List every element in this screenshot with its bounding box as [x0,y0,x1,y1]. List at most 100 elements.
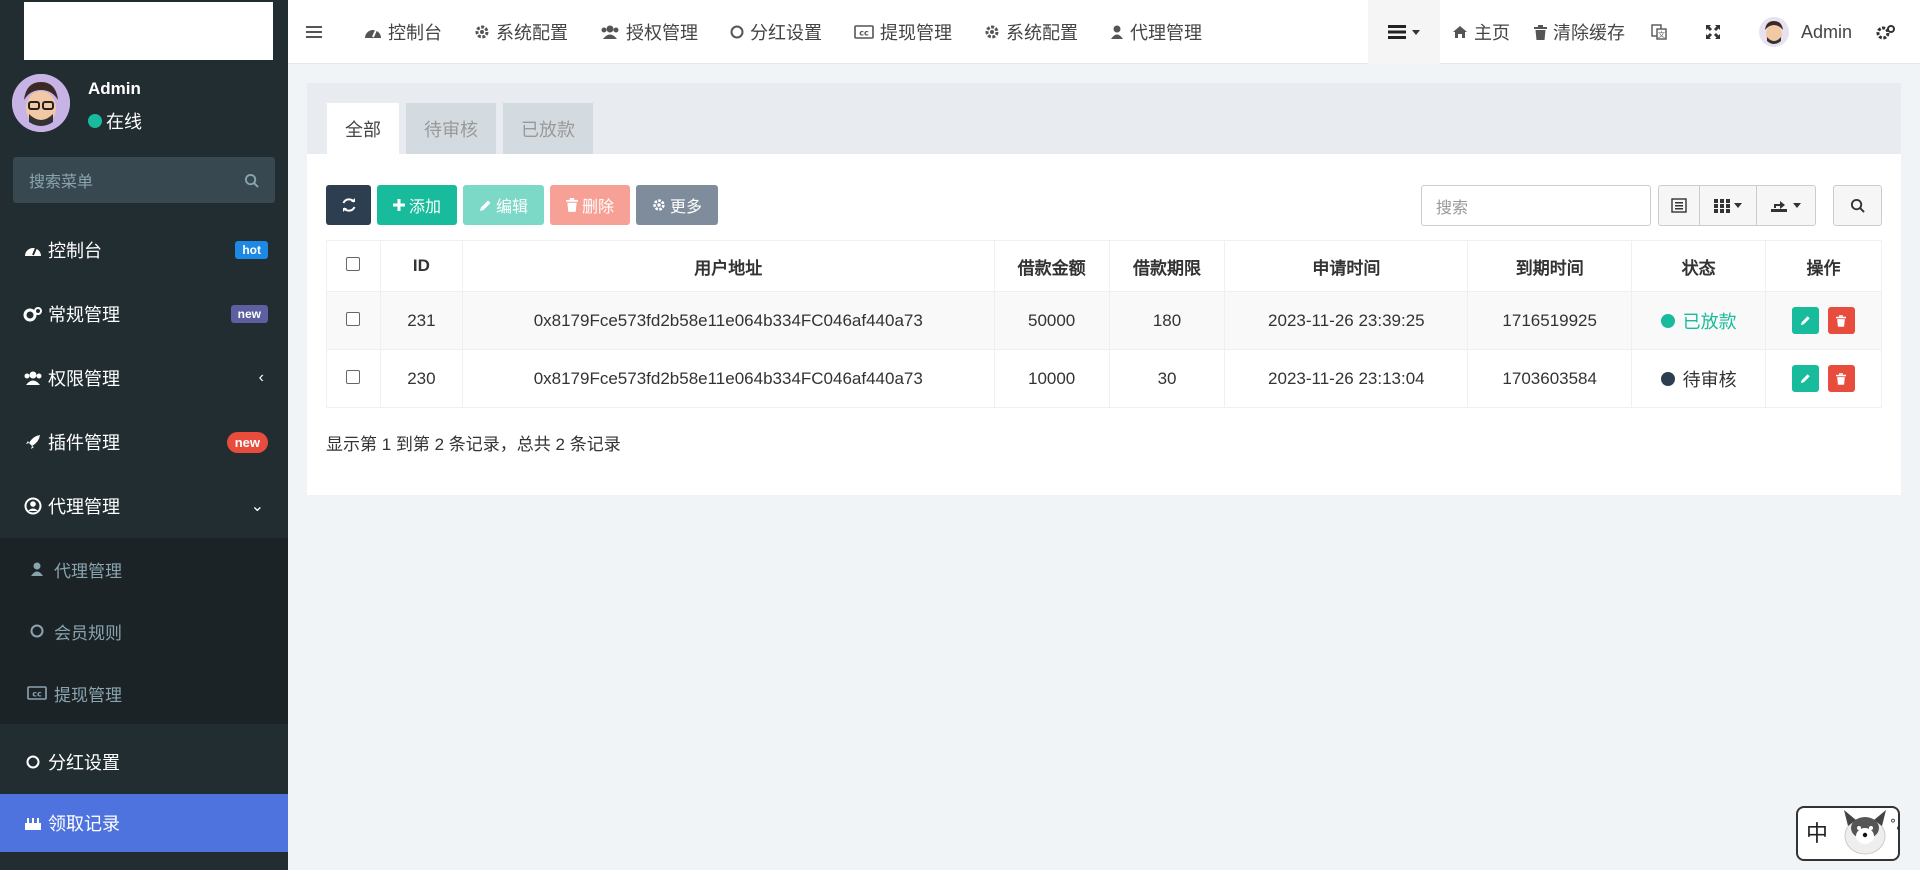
export-icon [1771,201,1787,212]
row-delete-button[interactable] [1827,365,1855,392]
sidebar-item-agent[interactable]: 代理管理 ⌄ [0,474,288,538]
edit-label: 编辑 [496,199,529,216]
status-badge: 已放款 [1660,308,1737,334]
translate-icon: 文 [1651,24,1667,40]
user-name: Admin [88,79,141,98]
card-view-button[interactable] [1659,186,1700,225]
gears-icon [1876,25,1895,40]
edit-button[interactable]: 编辑 [463,185,545,225]
search-icon [1850,198,1865,213]
sidebar-item-plugins[interactable]: 插件管理 new [0,410,288,474]
logo-area[interactable] [24,2,273,60]
nav-label: 控制台 [388,22,442,43]
translate-button[interactable]: 文 [1637,0,1687,64]
refresh-button[interactable] [326,185,371,225]
col-expire-time[interactable]: 到期时间 [1467,240,1633,292]
search-button-group [1833,185,1882,226]
cell-id: 231 [379,291,463,350]
home-link[interactable]: 主页 [1440,0,1522,64]
admin-label: Admin [1800,21,1852,42]
more-nav-dropdown[interactable] [1367,0,1440,64]
table-row[interactable]: 230 0x8179Fce573fd2b58e11e064b334FC046af… [326,349,1882,408]
advanced-search-button[interactable] [1834,186,1881,225]
sidebar-item-dashboard[interactable]: 控制台 hot [0,218,288,282]
sidebar-item-label: 插件管理 [48,433,120,453]
tab-all[interactable]: 全部 [327,103,399,154]
nav-system-config[interactable]: 系统配置 [458,0,584,64]
cell-status: 已放款 [1631,291,1767,350]
col-amount[interactable]: 借款金额 [993,240,1110,292]
col-term[interactable]: 借款期限 [1108,240,1226,292]
menu-search-input[interactable]: 搜索菜单 [13,157,275,203]
sidebar-toggle-button[interactable] [288,0,348,64]
select-all-checkbox[interactable] [346,257,361,271]
nav-system-config-2[interactable]: 系统配置 [968,0,1094,64]
menu-icon [306,25,322,38]
delete-button[interactable]: 删除 [550,185,631,225]
search-placeholder: 搜索 [1436,199,1469,217]
status-dot-icon [1660,313,1675,328]
row-edit-button[interactable] [1792,307,1820,334]
search-icon [244,173,259,188]
cell-amount: 50000 [993,291,1110,350]
add-button[interactable]: 添加 [377,185,458,225]
sidebar-subitem-agent[interactable]: 代理管理 [0,538,288,600]
sidebar-item-general[interactable]: 常规管理 new [0,282,288,346]
cell-expire-time: 1716519925 [1467,291,1633,350]
sidebar-item-label: 领取记录 [48,814,120,834]
pagination-info: 显示第 1 到第 2 条记录，总共 2 条记录 [326,435,621,454]
tab-pending[interactable]: 待审核 [406,103,496,154]
sidebar-item-permission[interactable]: 权限管理 ‹ [0,346,288,410]
cell-status: 待审核 [1631,349,1767,408]
row-select-cell [326,349,381,408]
nav-agent[interactable]: 代理管理 [1094,0,1218,64]
home-label: 主页 [1473,23,1510,43]
dashboard-icon [365,29,381,38]
toolbar: 添加 编辑 删除 更多 [326,185,719,225]
clear-cache-button[interactable]: 清除缓存 [1522,0,1637,64]
tabs-bar: 全部 待审核 已放款 [307,83,1901,154]
table-row[interactable]: 231 0x8179Fce573fd2b58e11e064b334FC046af… [326,291,1882,350]
sidebar-item-label: 控制台 [48,241,102,261]
col-apply-time[interactable]: 申请时间 [1224,240,1469,292]
caret-down-icon [1793,203,1801,208]
users-icon [22,370,44,386]
nav-dashboard[interactable]: 控制台 [348,0,458,64]
more-button[interactable]: 更多 [636,185,719,225]
columns-button[interactable] [1700,186,1757,225]
col-address[interactable]: 用户地址 [461,240,995,292]
plus-icon [393,199,405,211]
sidebar-subitem-member-rules[interactable]: 会员规则 [0,600,288,662]
settings-button[interactable] [1866,0,1920,64]
status-badge: 待审核 [1660,366,1737,392]
export-button[interactable] [1757,186,1815,225]
caret-down-icon [1734,203,1742,208]
row-checkbox[interactable] [346,369,361,384]
ime-widget[interactable]: 中 °, [1796,806,1900,861]
nav-auth[interactable]: 授权管理 [584,0,714,64]
cake-icon [22,815,44,831]
row-delete-button[interactable] [1827,307,1855,334]
nav-dividend[interactable]: 分红设置 [714,0,838,64]
table-search-input[interactable]: 搜索 [1421,185,1651,226]
admin-user-menu[interactable]: Admin [1745,0,1866,64]
fullscreen-button[interactable] [1687,0,1745,64]
cell-expire-time: 1703603584 [1467,349,1633,408]
sidebar-subitem-withdraw[interactable]: cc 提现管理 [0,662,288,724]
sidebar-item-dividend[interactable]: 分红设置 [0,730,288,794]
circle-icon [26,624,48,638]
trash-icon [1836,314,1847,327]
col-id[interactable]: ID [379,240,463,292]
status-text: 已放款 [1682,311,1737,332]
tab-paid[interactable]: 已放款 [503,103,593,154]
nav-withdraw[interactable]: cc 提现管理 [838,0,968,64]
row-edit-button[interactable] [1792,365,1820,392]
row-checkbox[interactable] [346,311,361,326]
pencil-icon [480,200,491,211]
user-icon [26,561,48,577]
sidebar-item-claim-records[interactable]: 领取记录 [0,794,288,852]
col-status[interactable]: 状态 [1631,240,1767,292]
svg-text:°,: °, [1890,817,1900,831]
nav-label: 分红设置 [750,22,822,43]
avatar [1758,17,1789,47]
